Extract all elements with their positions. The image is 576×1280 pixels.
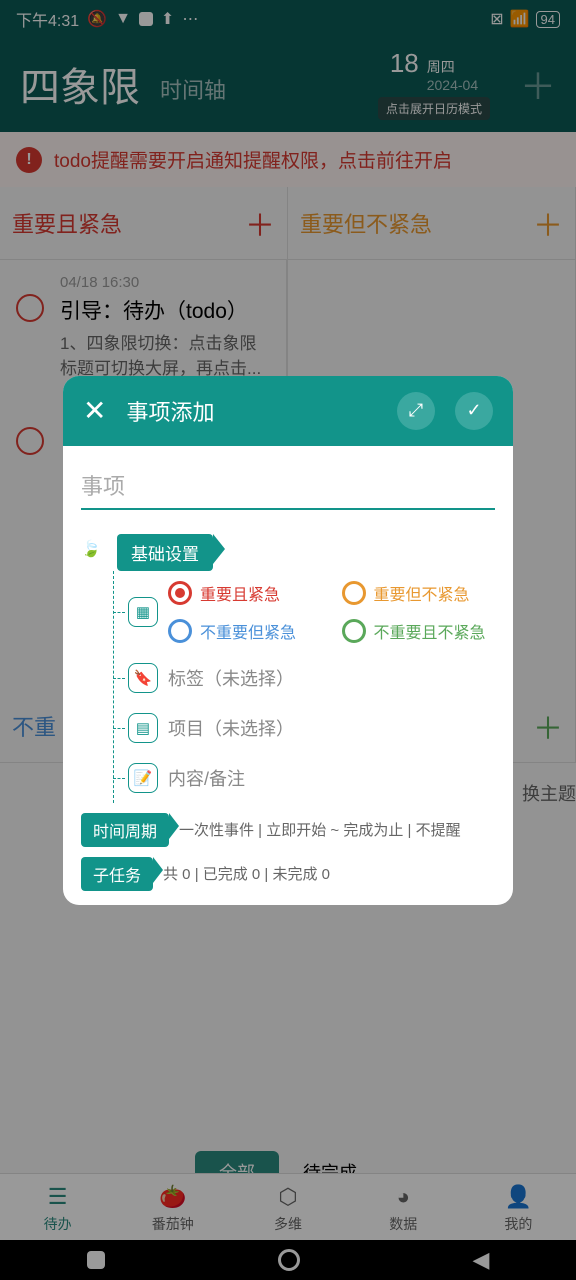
- priority-row: ▦ 重要且紧急 重要但不紧急 不重要但紧急 不重要且不紧急: [114, 571, 495, 653]
- time-summary: 一次性事件 | 立即开始 ~ 完成为止 | 不提醒: [179, 819, 461, 840]
- note-icon: 📝: [128, 763, 158, 793]
- folder-icon: ▤: [128, 713, 158, 743]
- project-row[interactable]: ▤ 项目（未选择）: [114, 703, 495, 753]
- subtask-summary: 共 0 | 已完成 0 | 未完成 0: [163, 863, 330, 884]
- modal-header: ✕ 事项添加 ⤢ ✓: [63, 376, 513, 446]
- bookmark-icon: 🔖: [128, 663, 158, 693]
- confirm-icon[interactable]: ✓: [455, 392, 493, 430]
- grid-icon: ▦: [128, 597, 158, 627]
- basic-settings-tag[interactable]: 基础设置: [117, 534, 213, 571]
- add-item-modal: ✕ 事项添加 ⤢ ✓ 🍃 基础设置 ▦ 重要且紧急 重要但不紧急 不重要但紧急 …: [63, 376, 513, 905]
- time-period-tag[interactable]: 时间周期: [81, 813, 169, 847]
- modal-title: 事项添加: [126, 395, 377, 427]
- modal-overlay[interactable]: ✕ 事项添加 ⤢ ✓ 🍃 基础设置 ▦ 重要且紧急 重要但不紧急 不重要但紧急 …: [0, 0, 576, 1280]
- subtask-tag[interactable]: 子任务: [81, 857, 153, 891]
- priority-urgent[interactable]: 不重要但紧急: [168, 619, 322, 643]
- leaf-icon: 🍃: [81, 539, 107, 565]
- item-input[interactable]: [81, 466, 495, 510]
- close-icon[interactable]: ✕: [83, 394, 106, 427]
- priority-urgent-important[interactable]: 重要且紧急: [168, 581, 322, 605]
- expand-icon[interactable]: ⤢: [397, 392, 435, 430]
- priority-none[interactable]: 不重要且不紧急: [342, 619, 496, 643]
- tag-row[interactable]: 🔖 标签（未选择）: [114, 653, 495, 703]
- content-row[interactable]: 📝 内容/备注: [114, 753, 495, 803]
- priority-important[interactable]: 重要但不紧急: [342, 581, 496, 605]
